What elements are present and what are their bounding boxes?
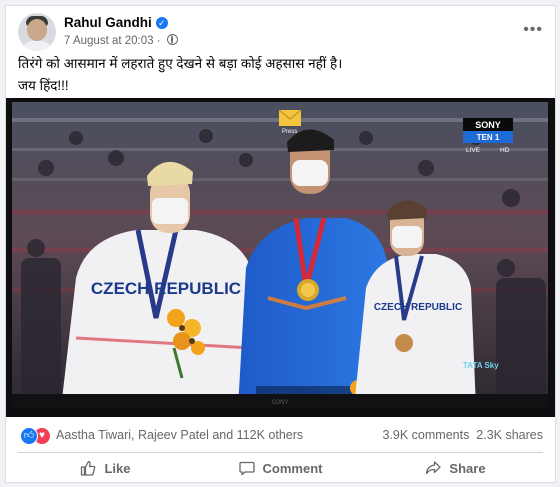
tv-brand: SONY — [271, 400, 288, 406]
share-icon — [426, 461, 442, 475]
author-name-text[interactable]: Rahul Gandhi — [64, 15, 152, 30]
like-icon[interactable]: 👍︎ — [20, 427, 38, 445]
reactions-summary[interactable]: Aastha Tiwari, Rajeev Patel and 112K oth… — [56, 428, 303, 442]
like-button[interactable]: Like — [18, 454, 193, 482]
shares-count[interactable]: 2.3K shares — [476, 428, 543, 442]
comment-label[interactable]: Comment — [263, 461, 323, 476]
scoreboard-network: SONY — [475, 120, 501, 130]
reactions-bar: 👍︎ ♥ Aastha Tiwari, Rajeev Patel and 112… — [6, 418, 555, 450]
post-header: Rahul Gandhi ✓ 7 August at 20:03 · ••• — [18, 13, 543, 53]
author-name[interactable]: Rahul Gandhi ✓ — [64, 15, 168, 30]
post-timestamp[interactable]: 7 August at 20:03 · — [64, 34, 178, 47]
action-bar: Like Comment Share — [18, 454, 543, 482]
more-options-icon[interactable]: ••• — [523, 21, 543, 39]
engagement-counts: 3.9K comments 2.3K shares — [382, 428, 543, 442]
comments-count[interactable]: 3.9K comments — [382, 428, 469, 442]
scoreboard-hd: HD — [500, 147, 510, 154]
thumbs-up-icon — [81, 460, 96, 476]
scoreboard-channel: TEN 1 — [477, 133, 500, 142]
post-text-line2: जय हिंद!!! — [18, 78, 69, 93]
svg-text:CZECH REPUBLIC: CZECH REPUBLIC — [374, 302, 462, 313]
post-text-line1: तिरंगे को आसमान में लहराते हुए देखने से … — [18, 56, 343, 71]
globe-icon — [166, 34, 178, 45]
post-card: Rahul Gandhi ✓ 7 August at 20:03 · ••• ति… — [5, 5, 556, 483]
divider — [18, 452, 543, 453]
svg-text:Press: Press — [282, 129, 297, 135]
comment-icon — [238, 461, 255, 476]
like-label[interactable]: Like — [104, 461, 130, 476]
podium-photo: Press SONY TEN 1 LIVE HD CZECH REPUBLIC — [6, 98, 555, 417]
scoreboard-live: LIVE — [466, 147, 481, 154]
verified-badge-icon: ✓ — [155, 17, 168, 29]
post-date[interactable]: 7 August at 20:03 — [64, 35, 154, 47]
share-label[interactable]: Share — [449, 461, 485, 476]
comment-button[interactable]: Comment — [193, 454, 368, 482]
post-photo[interactable]: Press SONY TEN 1 LIVE HD CZECH REPUBLIC — [6, 98, 555, 417]
avatar[interactable] — [18, 13, 56, 51]
share-button[interactable]: Share — [368, 454, 543, 482]
svg-text:CZECH REPUBLIC: CZECH REPUBLIC — [91, 279, 241, 298]
sponsor-logo: TATA Sky — [463, 361, 499, 370]
